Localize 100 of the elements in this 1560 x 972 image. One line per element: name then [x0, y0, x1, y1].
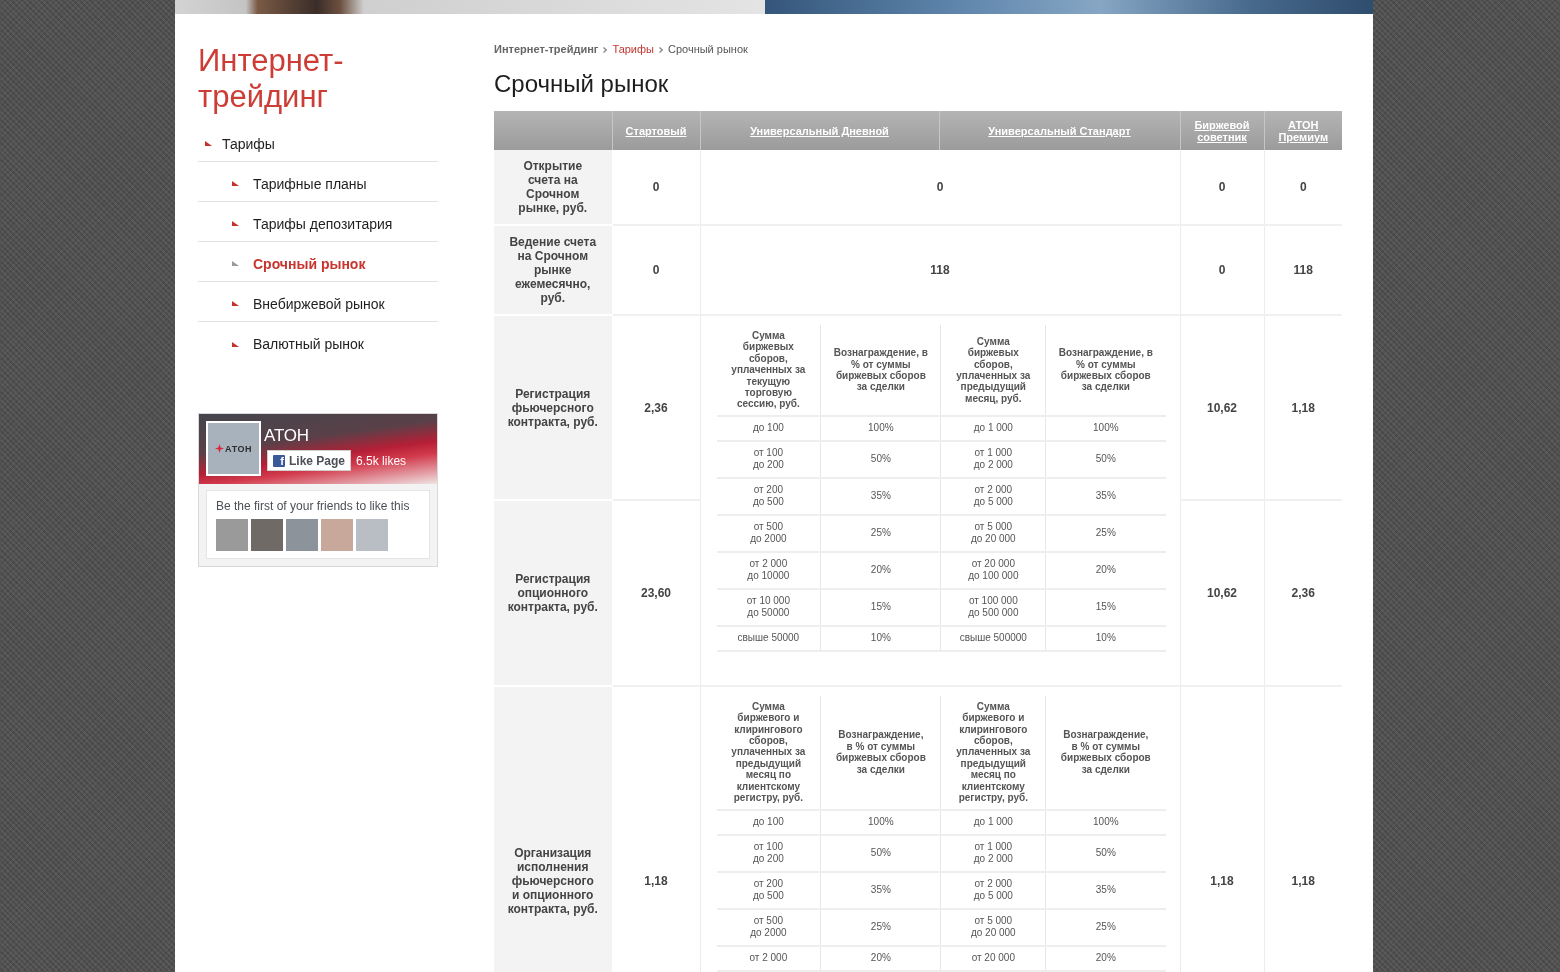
chevron-icon: [658, 46, 663, 53]
table-cell: 50%: [820, 834, 941, 872]
table-cell: 20%: [1045, 551, 1166, 589]
tier-header: Вознаграждение, в % от суммы биржевых сборов за сделки: [820, 695, 941, 810]
table-cell: 10%: [1045, 625, 1166, 651]
nav-item[interactable]: Тарифные планы: [198, 162, 438, 202]
table-cell: 25%: [1045, 908, 1166, 946]
table-cell: 35%: [1045, 477, 1166, 515]
table-cell: 118: [1264, 225, 1342, 315]
friends-text: Be the first of your friends to like this: [216, 499, 411, 514]
tier-header: Вознаграждение, в % от суммы биржевых сборов за сделки: [1045, 325, 1166, 416]
table-cell: от 500 до 2000: [716, 908, 821, 946]
nav-item[interactable]: Тарифы: [198, 122, 438, 162]
row-label: Открытие счета на Срочном рынке, руб.: [494, 150, 612, 225]
table-cell: 0: [1180, 150, 1264, 225]
table-cell: от 10 000 до 50000: [716, 588, 821, 626]
avatar-placeholder: [251, 519, 283, 551]
table-cell: 1,18: [1264, 315, 1342, 501]
table-cell: 15%: [820, 588, 941, 626]
table-cell: 0: [612, 150, 700, 225]
table-cell: от 100 до 200: [716, 440, 821, 478]
table-cell: от 1 000 до 2 000: [941, 834, 1046, 872]
table-cell: 25%: [820, 908, 941, 946]
page-name-link[interactable]: АТОН: [264, 426, 407, 445]
chevron-icon: [603, 46, 608, 53]
table-cell: 15%: [1045, 588, 1166, 626]
table-cell: 35%: [1045, 871, 1166, 909]
tier-header: Сумма биржевых сборов, уплаченных за предыдущий месяц, руб.: [941, 325, 1046, 416]
table-cell: 0: [1180, 225, 1264, 315]
star-icon: [215, 444, 225, 453]
table-cell: от 500 до 2000: [716, 514, 821, 552]
table-cell: от 1 000 до 2 000: [941, 440, 1046, 478]
table-cell: 23,60: [612, 500, 700, 686]
table-cell: 20%: [1045, 945, 1166, 971]
likes-count: 6.5k likes: [356, 453, 407, 468]
table-cell: 20%: [820, 551, 941, 589]
table-cell: от 5 000 до 20 000: [941, 908, 1046, 946]
table-cell: свыше 50000: [716, 625, 821, 651]
table-cell: 100%: [820, 415, 941, 441]
tier-header: Вознаграждение, в % от суммы биржевых сборов за сделки: [820, 325, 941, 416]
nav-item[interactable]: Валютный рынок: [198, 322, 438, 362]
table-cell: от 100 до 200: [716, 834, 821, 872]
table-cell: свыше 500000: [941, 625, 1046, 651]
triangle-icon: [232, 181, 239, 186]
table-cell: 50%: [820, 440, 941, 478]
table-cell: от 2 000 до 10000: [716, 551, 821, 589]
nav-item[interactable]: Внебиржевой рынок: [198, 282, 438, 322]
breadcrumb-current: Срочный рынок: [667, 43, 748, 56]
table-cell: от 100 000 до 500 000: [941, 588, 1046, 626]
table-cell: от 200 до 500: [716, 477, 821, 515]
table-cell: 50%: [1045, 834, 1166, 872]
table-cell: 20%: [820, 945, 941, 971]
table-cell: от 5 000 до 20 000: [941, 514, 1046, 552]
table-cell: 35%: [820, 477, 941, 515]
avatar-placeholder: [286, 519, 318, 551]
table-cell: до 1 000: [941, 809, 1046, 835]
table-cell: 25%: [820, 514, 941, 552]
table-cell: от 2 000: [716, 945, 821, 971]
breadcrumb-link[interactable]: Интернет-трейдинг: [494, 43, 599, 56]
like-page-button[interactable]: f Like Page: [267, 450, 352, 471]
table-cell: 2,36: [1264, 500, 1342, 686]
table-cell: до 1 000: [941, 415, 1046, 441]
table-cell: от 20 000: [941, 945, 1046, 971]
avatar-placeholder: [216, 519, 248, 551]
table-cell: 10,62: [1180, 315, 1264, 501]
row-label: Регистрация фьючерсного контракта, руб.: [494, 315, 612, 501]
tier-header: Сумма биржевых сборов, уплаченных за текущую торговую сессию, руб.: [716, 325, 821, 416]
table-cell: 100%: [1045, 809, 1166, 835]
table-cell: 35%: [820, 871, 941, 909]
table-cell: 10,62: [1180, 500, 1264, 686]
table-cell: 50%: [1045, 440, 1166, 478]
tier-header: Вознаграждение, в % от суммы биржевых сборов за сделки: [1045, 695, 1166, 810]
triangle-icon: [205, 141, 212, 146]
nav-item[interactable]: Срочный рынок: [198, 242, 438, 282]
table-cell: от 200 до 500: [716, 871, 821, 909]
table-cell: 100%: [820, 809, 941, 835]
table-cell: 0: [1264, 150, 1342, 225]
table-cell: 10%: [820, 625, 941, 651]
table-cell: 25%: [1045, 514, 1166, 552]
table-cell: от 2 000 до 5 000: [941, 477, 1046, 515]
table-cell: 1,18: [1264, 685, 1342, 972]
row-label: Регистрация опционного контракта, руб.: [494, 500, 612, 686]
triangle-icon: [232, 341, 239, 347]
row-label: Организация исполнения фьючерсного и опционного контракта, руб.: [494, 685, 612, 972]
avatar-placeholder: [356, 519, 388, 551]
table-cell: 100%: [1045, 415, 1166, 441]
breadcrumb-link[interactable]: Тарифы: [612, 43, 654, 56]
tier-header: Сумма биржевого и клирингового сборов, уплаченных за предыдущий месяц по клиентскому регистру, руб.: [716, 695, 821, 810]
table-cell: от 20 000 до 100 000: [941, 551, 1046, 589]
table-cell: 0: [700, 150, 1180, 225]
triangle-icon: [232, 261, 239, 266]
table-cell: до 100: [716, 415, 821, 441]
tier-header: Сумма биржевого и клирингового сборов, уплаченных за предыдущий месяц по клиентскому регистру, руб.: [941, 695, 1046, 810]
avatar-placeholder: [321, 519, 353, 551]
sidebar-title: Интернет-трейдинг: [198, 43, 345, 115]
page-title: Срочный рынок: [494, 69, 670, 99]
logo-text: АТОН: [225, 443, 252, 454]
table-cell: до 100: [716, 809, 821, 835]
triangle-icon: [232, 221, 239, 226]
nav-item[interactable]: Тарифы депозитария: [198, 202, 438, 242]
